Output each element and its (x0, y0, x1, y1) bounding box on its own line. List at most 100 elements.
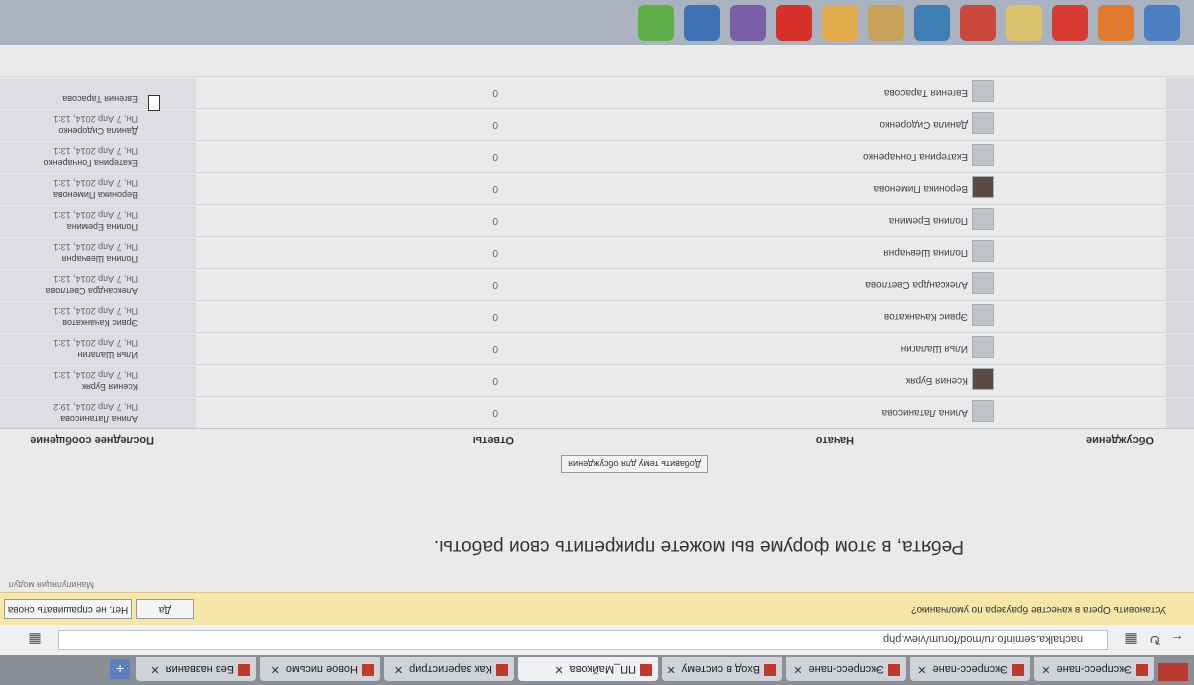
last-post-date[interactable]: Пн, 7 Апр 2014, 13:1 (53, 178, 138, 188)
author-link[interactable]: Евгения Тарасова (884, 87, 968, 98)
avatar[interactable] (972, 368, 994, 390)
discussion-cell[interactable] (1166, 366, 1194, 396)
discussion-cell[interactable] (1166, 334, 1194, 364)
close-tab-icon[interactable]: ✕ (150, 663, 159, 675)
tab[interactable]: Новое письмо ✕ (260, 657, 380, 681)
last-post-date[interactable]: Пн, 7 Апр 2014, 19:2 (53, 402, 138, 412)
author-link[interactable]: Ксения Буряк (906, 375, 968, 386)
table-row[interactable]: Полина Еремина 0 Полина Еремина Пн, 7 Ап… (0, 204, 1194, 236)
tab[interactable]: Экспресс-пане ✕ (1034, 657, 1154, 681)
bookmark-link[interactable]: Манипуляция модул (9, 580, 94, 590)
word-icon[interactable] (1006, 5, 1042, 41)
close-tab-icon[interactable]: ✕ (1041, 663, 1050, 675)
table-row[interactable]: Александра Светлова 0 Александра Светлов… (0, 268, 1194, 300)
folder-icon[interactable] (868, 5, 904, 41)
reply-count[interactable]: 0 (492, 183, 498, 194)
avatar[interactable] (972, 400, 994, 422)
reload-icon[interactable]: ↻ (1146, 631, 1164, 649)
discussion-cell[interactable] (1166, 206, 1194, 236)
discussion-cell[interactable] (1166, 78, 1194, 108)
last-post-author[interactable]: Евгения Тарасова (62, 94, 138, 104)
last-post-author[interactable]: Эрвис Качанкатов (62, 318, 138, 328)
reply-count[interactable]: 0 (492, 311, 498, 322)
discussion-cell[interactable] (1166, 302, 1194, 332)
last-post-date[interactable]: Пн, 7 Апр 2014, 13:1 (53, 274, 138, 284)
table-row[interactable]: Екатерина Гончаренко 0 Екатерина Гончаре… (0, 140, 1194, 172)
reply-count[interactable]: 0 (492, 375, 498, 386)
author-link[interactable]: Полина Шевчарня (883, 247, 968, 258)
author-link[interactable]: Илья Шалагин (901, 343, 968, 354)
yandex-icon[interactable] (1052, 5, 1088, 41)
last-post-author[interactable]: Ксения Буряк (82, 382, 138, 392)
tab[interactable]: Экспресс-пане ✕ (910, 657, 1030, 681)
author-link[interactable]: Полина Еремина (889, 215, 968, 226)
table-row[interactable]: Ксения Буряк 0 Ксения Буряк Пн, 7 Апр 20… (0, 364, 1194, 396)
discussion-cell[interactable] (1166, 238, 1194, 268)
avatar[interactable] (972, 80, 994, 102)
close-tab-icon[interactable]: ✕ (667, 663, 676, 675)
author-link[interactable]: Вероника Пименова (874, 183, 968, 194)
discussion-cell[interactable] (1166, 270, 1194, 300)
table-row[interactable]: Алина Латанисова 0 Алина Латанисова Пн, … (0, 396, 1194, 428)
last-post-author[interactable]: Полина Шевчарня (62, 254, 138, 264)
avatar[interactable] (972, 208, 994, 230)
explorer-icon[interactable] (960, 5, 996, 41)
paint-icon[interactable] (914, 5, 950, 41)
infobar-no-button[interactable]: Нет, не спрашивать снова (4, 599, 132, 619)
column-discussion[interactable]: Обсуждение (1086, 434, 1154, 446)
last-post-author[interactable]: Илья Шалагин (77, 350, 138, 360)
last-post-author[interactable]: Александра Светлова (46, 286, 138, 296)
author-link[interactable]: Александра Светлова (865, 279, 968, 290)
author-link[interactable]: Эрвис Качанкатов (884, 311, 968, 322)
discussion-cell[interactable] (1166, 398, 1194, 428)
tab[interactable]: Как зарегистрир ✕ (384, 657, 514, 681)
avatar[interactable] (972, 144, 994, 166)
reply-count[interactable]: 0 (492, 119, 498, 130)
last-post-author[interactable]: Алина Латанисова (60, 414, 138, 424)
url-input[interactable]: nachalka.seminfo.ru/mod/forum/view.php (58, 630, 1108, 650)
close-window-button[interactable] (1158, 663, 1188, 681)
author-link[interactable]: Данила Сидоренко (879, 119, 968, 130)
table-row[interactable]: Полина Шевчарня 0 Полина Шевчарня Пн, 7 … (0, 236, 1194, 268)
reply-count[interactable]: 0 (492, 151, 498, 162)
reply-count[interactable]: 0 (492, 215, 498, 226)
browser-icon[interactable] (822, 5, 858, 41)
menu-icon[interactable]: ▦ (26, 631, 44, 649)
table-row[interactable]: Данила Сидоренко 0 Данила Сидоренко Пн, … (0, 108, 1194, 140)
discussion-cell[interactable] (1166, 142, 1194, 172)
chrome-icon[interactable] (1144, 5, 1180, 41)
android-icon[interactable] (638, 5, 674, 41)
close-tab-icon[interactable]: ✕ (917, 663, 926, 675)
avatar[interactable] (972, 336, 994, 358)
last-post-date[interactable]: Пн, 7 Апр 2014, 13:1 (53, 146, 138, 156)
column-replies[interactable]: Ответы (473, 434, 514, 446)
author-link[interactable]: Алина Латанисова (882, 407, 968, 418)
firefox-icon[interactable] (1098, 5, 1134, 41)
tab[interactable]: Экспресс-пане ✕ (786, 657, 906, 681)
close-tab-icon[interactable]: ✕ (394, 663, 403, 675)
close-tab-icon[interactable]: ✕ (554, 663, 563, 675)
column-started-by[interactable]: Начато (816, 434, 854, 446)
reply-count[interactable]: 0 (492, 343, 498, 354)
table-row[interactable]: Илья Шалагин 0 Илья Шалагин Пн, 7 Апр 20… (0, 332, 1194, 364)
reply-count[interactable]: 0 (492, 87, 498, 98)
last-post-date[interactable]: Пн, 7 Апр 2014, 13:1 (53, 306, 138, 316)
last-post-author[interactable]: Екатерина Гончаренко (44, 158, 138, 168)
media-icon[interactable] (684, 5, 720, 41)
last-post-date[interactable]: Пн, 7 Апр 2014, 13:1 (53, 210, 138, 220)
reply-count[interactable]: 0 (492, 407, 498, 418)
speed-dial-icon[interactable]: ▦ (1122, 631, 1140, 649)
discussion-cell[interactable] (1166, 110, 1194, 140)
last-post-date[interactable]: Пн, 7 Апр 2014, 13:1 (53, 114, 138, 124)
avatar[interactable] (972, 112, 994, 134)
avatar[interactable] (972, 272, 994, 294)
last-post-date[interactable]: Пн, 7 Апр 2014, 13:1 (53, 370, 138, 380)
reply-count[interactable]: 0 (492, 279, 498, 290)
avatar[interactable] (972, 304, 994, 326)
new-tab-button[interactable]: + (110, 659, 130, 679)
disc-icon[interactable] (730, 5, 766, 41)
discussion-cell[interactable] (1166, 174, 1194, 204)
last-post-date[interactable]: Пн, 7 Апр 2014, 13:1 (53, 338, 138, 348)
opera-icon[interactable] (776, 5, 812, 41)
last-post-author[interactable]: Полина Еремина (67, 222, 138, 232)
